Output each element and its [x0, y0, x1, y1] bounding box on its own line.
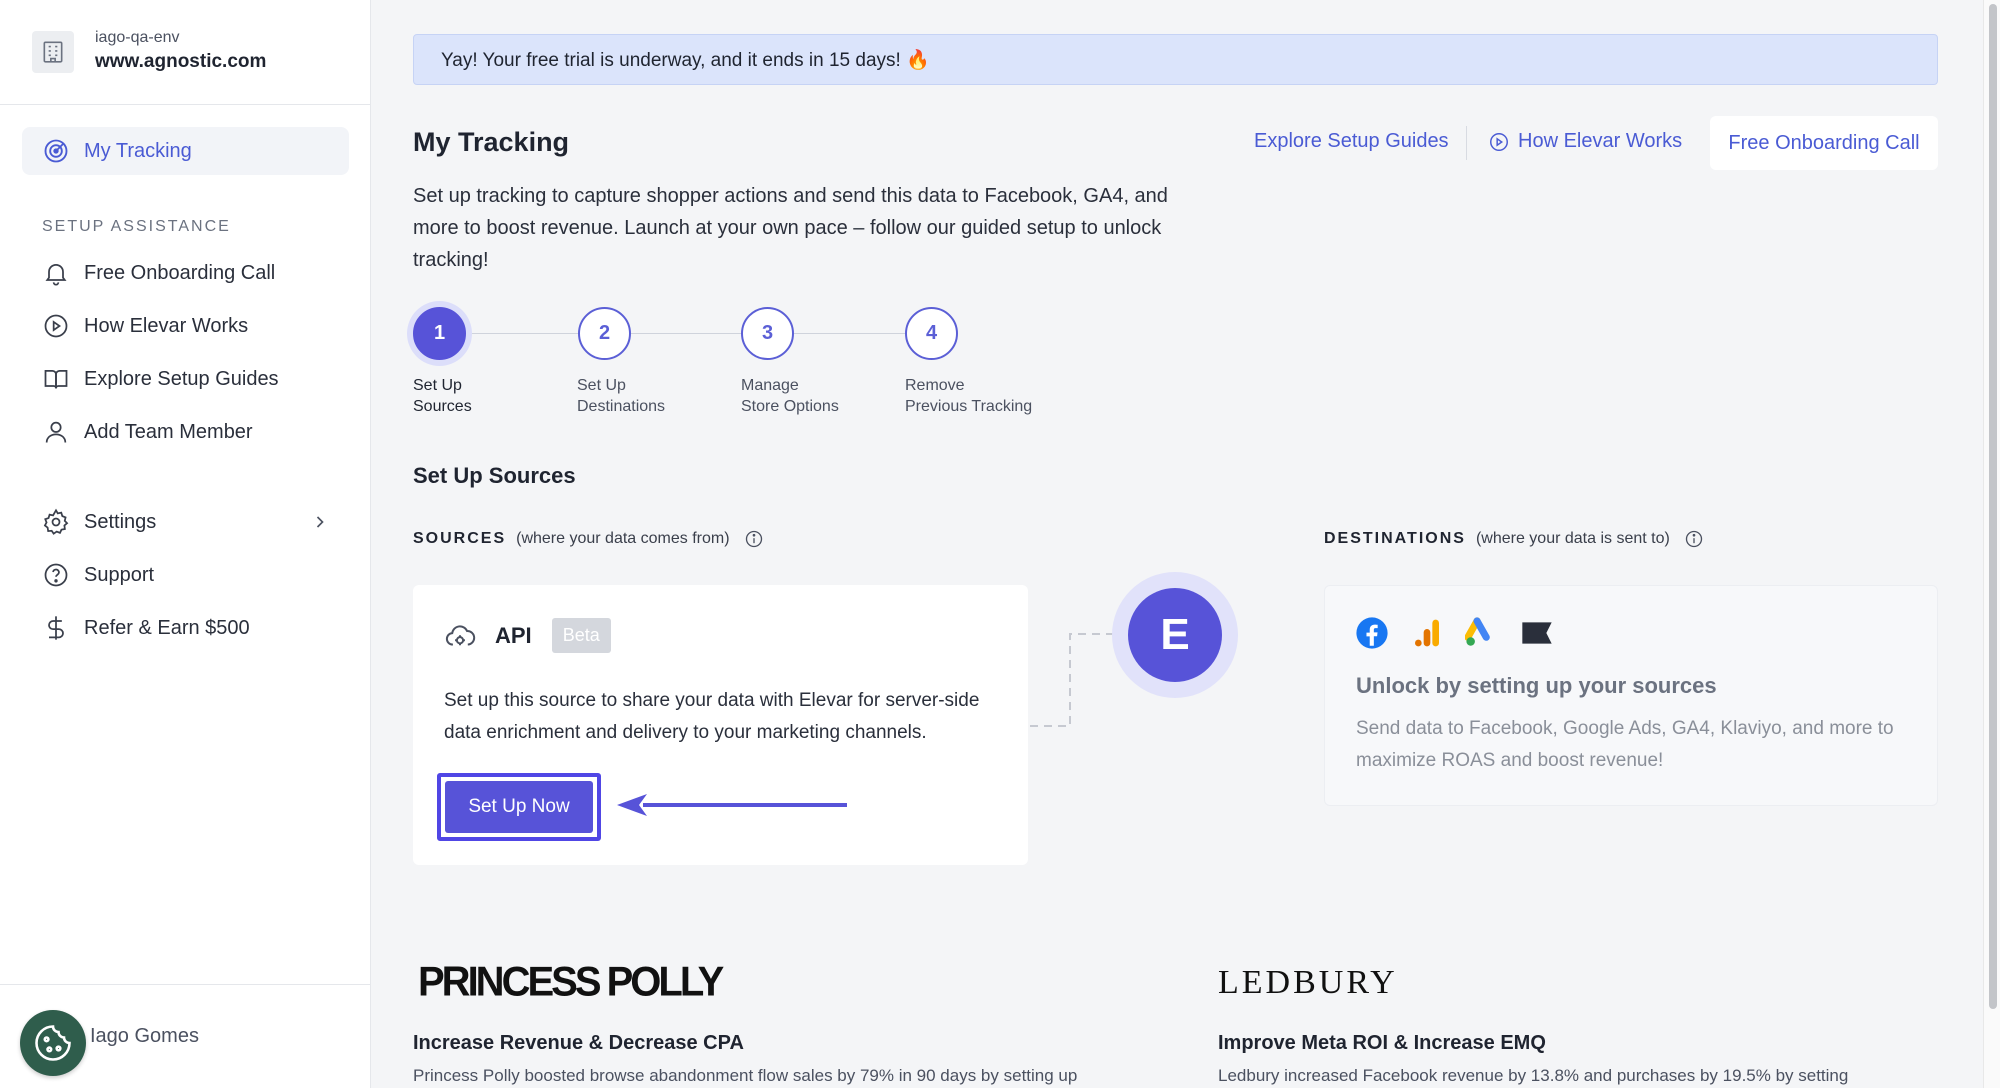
free-onboarding-call-button[interactable]: Free Onboarding Call [1710, 116, 1938, 170]
section-title: Set Up Sources [413, 463, 576, 488]
case-study-title[interactable]: Increase Revenue & Decrease CPA [413, 1032, 744, 1055]
api-card-header: API Beta [443, 618, 611, 653]
user-icon [45, 421, 67, 443]
sidebar-item-label: Free Onboarding Call [84, 261, 276, 284]
info-icon[interactable] [744, 529, 764, 549]
destination-icons [1355, 616, 1553, 650]
step-2-circle[interactable]: 2 [578, 307, 631, 360]
api-source-description: Set up this source to share your data wi… [444, 690, 980, 743]
beta-badge: Beta [551, 618, 611, 653]
sidebar-item-label: How Elevar Works [84, 314, 249, 337]
step-connector [794, 333, 905, 334]
sidebar: iago-qa-env www.agnostic.com My Tracking… [0, 0, 371, 1088]
explore-setup-guides-link[interactable]: Explore Setup Guides [1254, 130, 1449, 153]
princess-polly-logo: PRINCESS POLLY [418, 958, 724, 1006]
workspace-env: iago-qa-env [95, 29, 180, 46]
step-connector [631, 333, 741, 334]
klaviyo-flag-icon [1522, 622, 1552, 644]
trial-banner: Yay! Your free trial is underway, and it… [413, 34, 1938, 85]
scrollbar-thumb[interactable] [1989, 4, 1997, 1009]
cookie-icon [35, 1025, 71, 1061]
sidebar-item-setup-guides[interactable]: Explore Setup Guides [42, 359, 342, 399]
step-2-label: Set Up Destinations [577, 377, 666, 415]
arrow-left-icon [617, 794, 847, 816]
sidebar-item-label: Refer & Earn $500 [84, 616, 250, 639]
cookie-settings-button[interactable] [20, 1010, 86, 1076]
cloud-gear-icon [445, 624, 476, 645]
sidebar-item-label: Add Team Member [84, 420, 253, 443]
destinations-description: Send data to Facebook, Google Ads, GA4, … [1356, 718, 1894, 771]
google-ads-icon [1465, 617, 1490, 646]
api-source-name: API [495, 622, 532, 648]
dollar-icon [48, 616, 64, 640]
gear-icon [43, 508, 69, 535]
question-circle-icon [44, 563, 68, 587]
step-3-label: Manage Store Options [741, 377, 839, 415]
user-footer: Iago Gomes [0, 984, 370, 1088]
case-study-text: Ledbury increased Facebook revenue by 13… [1218, 1066, 1849, 1085]
sidebar-item-label: Support [84, 563, 155, 586]
radar-icon [44, 139, 68, 163]
case-study-text: Princess Polly boosted browse abandonmen… [413, 1066, 1078, 1085]
setup-assistance-heading: SETUP ASSISTANCE [42, 218, 231, 235]
facebook-icon [1356, 617, 1388, 649]
bell-icon [45, 263, 67, 286]
how-elevar-works-link[interactable]: How Elevar Works [1488, 130, 1682, 153]
sidebar-item-label: Settings [84, 510, 157, 533]
play-circle-icon [1490, 132, 1508, 151]
elevar-hub: E [1128, 588, 1222, 682]
step-1-circle[interactable]: 1 [413, 307, 466, 360]
sidebar-item-onboarding[interactable]: Free Onboarding Call [42, 253, 342, 293]
sidebar-item-label: Explore Setup Guides [84, 367, 279, 390]
page-scrollbar[interactable] [1983, 0, 2000, 1088]
step-1-label: Set Up Sources [413, 377, 472, 415]
sidebar-item-my-tracking[interactable]: My Tracking [22, 127, 349, 175]
sources-heading: SOURCES (where your data comes from) [413, 529, 764, 549]
header-divider [1466, 126, 1467, 160]
sidebar-item-settings[interactable]: Settings [42, 502, 342, 542]
step-4-circle[interactable]: 4 [905, 307, 958, 360]
setup-now-highlight: Set Up Now [437, 773, 601, 841]
set-up-now-button[interactable]: Set Up Now [445, 781, 593, 833]
book-icon [44, 369, 68, 389]
case-study-title[interactable]: Improve Meta ROI & Increase EMQ [1218, 1032, 1546, 1055]
destinations-title: Unlock by setting up your sources [1356, 673, 1717, 698]
user-name: Iago Gomes [90, 1025, 199, 1047]
connector-line [1028, 633, 1114, 727]
api-source-card: API Beta Set up this source to share you… [413, 585, 1028, 865]
destinations-card: Unlock by setting up your sources Send d… [1324, 585, 1938, 806]
how-elevar-works-label: How Elevar Works [1518, 130, 1683, 152]
play-circle-icon [44, 314, 68, 338]
intro-text: Set up tracking to capture shopper actio… [413, 185, 1168, 271]
sidebar-item-refer-earn[interactable]: Refer & Earn $500 [42, 608, 342, 648]
step-4-label: Remove Previous Tracking [905, 377, 1033, 415]
sidebar-item-label: My Tracking [84, 139, 192, 162]
building-icon [32, 31, 74, 73]
info-icon[interactable] [1684, 529, 1704, 549]
workspace-url: www.agnostic.com [95, 51, 267, 72]
chevron-right-icon [316, 516, 324, 528]
page-title: My Tracking [413, 127, 570, 157]
workspace-switcher[interactable]: iago-qa-env www.agnostic.com [0, 0, 370, 105]
step-3-circle[interactable]: 3 [741, 307, 794, 360]
sidebar-item-support[interactable]: Support [42, 555, 342, 595]
sidebar-item-how-elevar-works[interactable]: How Elevar Works [42, 306, 342, 346]
destinations-heading: DESTINATIONS (where your data is sent to) [1324, 529, 1704, 549]
step-connector [466, 333, 578, 334]
ledbury-logo: LEDBURY [1218, 964, 1398, 1001]
sidebar-item-add-team-member[interactable]: Add Team Member [42, 412, 342, 452]
google-analytics-icon [1415, 619, 1439, 647]
